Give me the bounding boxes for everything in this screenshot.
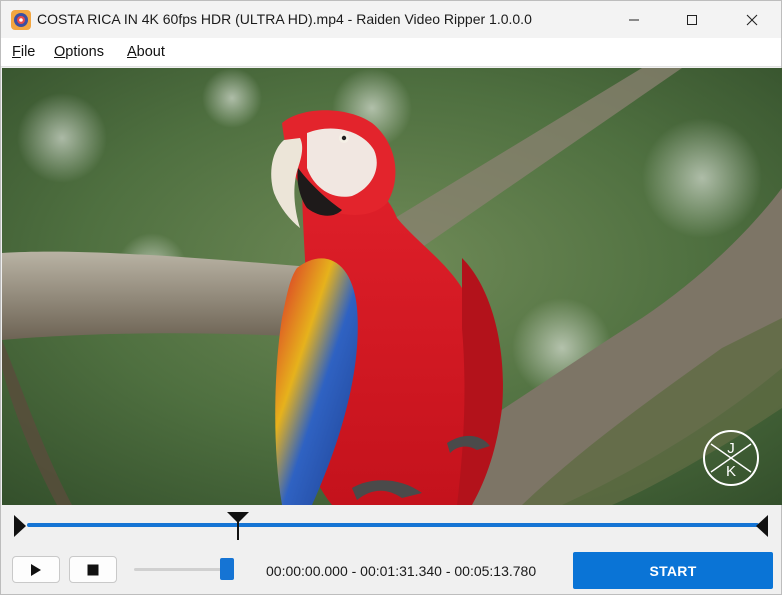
app-window: COSTA RICA IN 4K 60fps HDR (ULTRA HD).mp…: [0, 0, 782, 595]
play-icon: [31, 563, 41, 576]
menu-bar: File Options About: [1, 38, 781, 67]
timeline-track[interactable]: [27, 523, 759, 527]
timeline[interactable]: [1, 506, 781, 546]
menu-options[interactable]: Options: [54, 44, 104, 60]
menu-file[interactable]: File: [12, 44, 35, 60]
title-bar: COSTA RICA IN 4K 60fps HDR (ULTRA HD).mp…: [1, 1, 781, 38]
video-frame: J K: [2, 68, 782, 505]
start-button[interactable]: START: [573, 552, 773, 589]
stop-icon: [87, 564, 99, 575]
app-icon: [11, 10, 31, 30]
volume-slider-thumb[interactable]: [220, 558, 234, 580]
play-button[interactable]: [12, 556, 60, 583]
playhead-marker[interactable]: [227, 512, 249, 540]
range-end-marker[interactable]: [756, 515, 770, 537]
window-title: COSTA RICA IN 4K 60fps HDR (ULTRA HD).mp…: [37, 11, 532, 27]
menu-about[interactable]: About: [127, 44, 165, 60]
close-button[interactable]: [723, 1, 781, 38]
maximize-button[interactable]: [663, 1, 721, 38]
close-icon: [746, 14, 758, 25]
playback-controls: 00:00:00.000 - 00:01:31.340 - 00:05:13.7…: [1, 546, 781, 595]
minimize-icon: [629, 19, 639, 20]
watermark-letter-top: J: [727, 440, 735, 457]
watermark-letter-bottom: K: [726, 463, 736, 480]
time-range-display: 00:00:00.000 - 00:01:31.340 - 00:05:13.7…: [266, 563, 537, 579]
range-start-marker[interactable]: [14, 515, 28, 537]
maximize-icon: [687, 14, 697, 25]
stop-button[interactable]: [69, 556, 117, 583]
volume-slider-track[interactable]: [134, 568, 234, 571]
video-preview[interactable]: J K: [2, 68, 782, 505]
minimize-button[interactable]: [605, 1, 663, 38]
